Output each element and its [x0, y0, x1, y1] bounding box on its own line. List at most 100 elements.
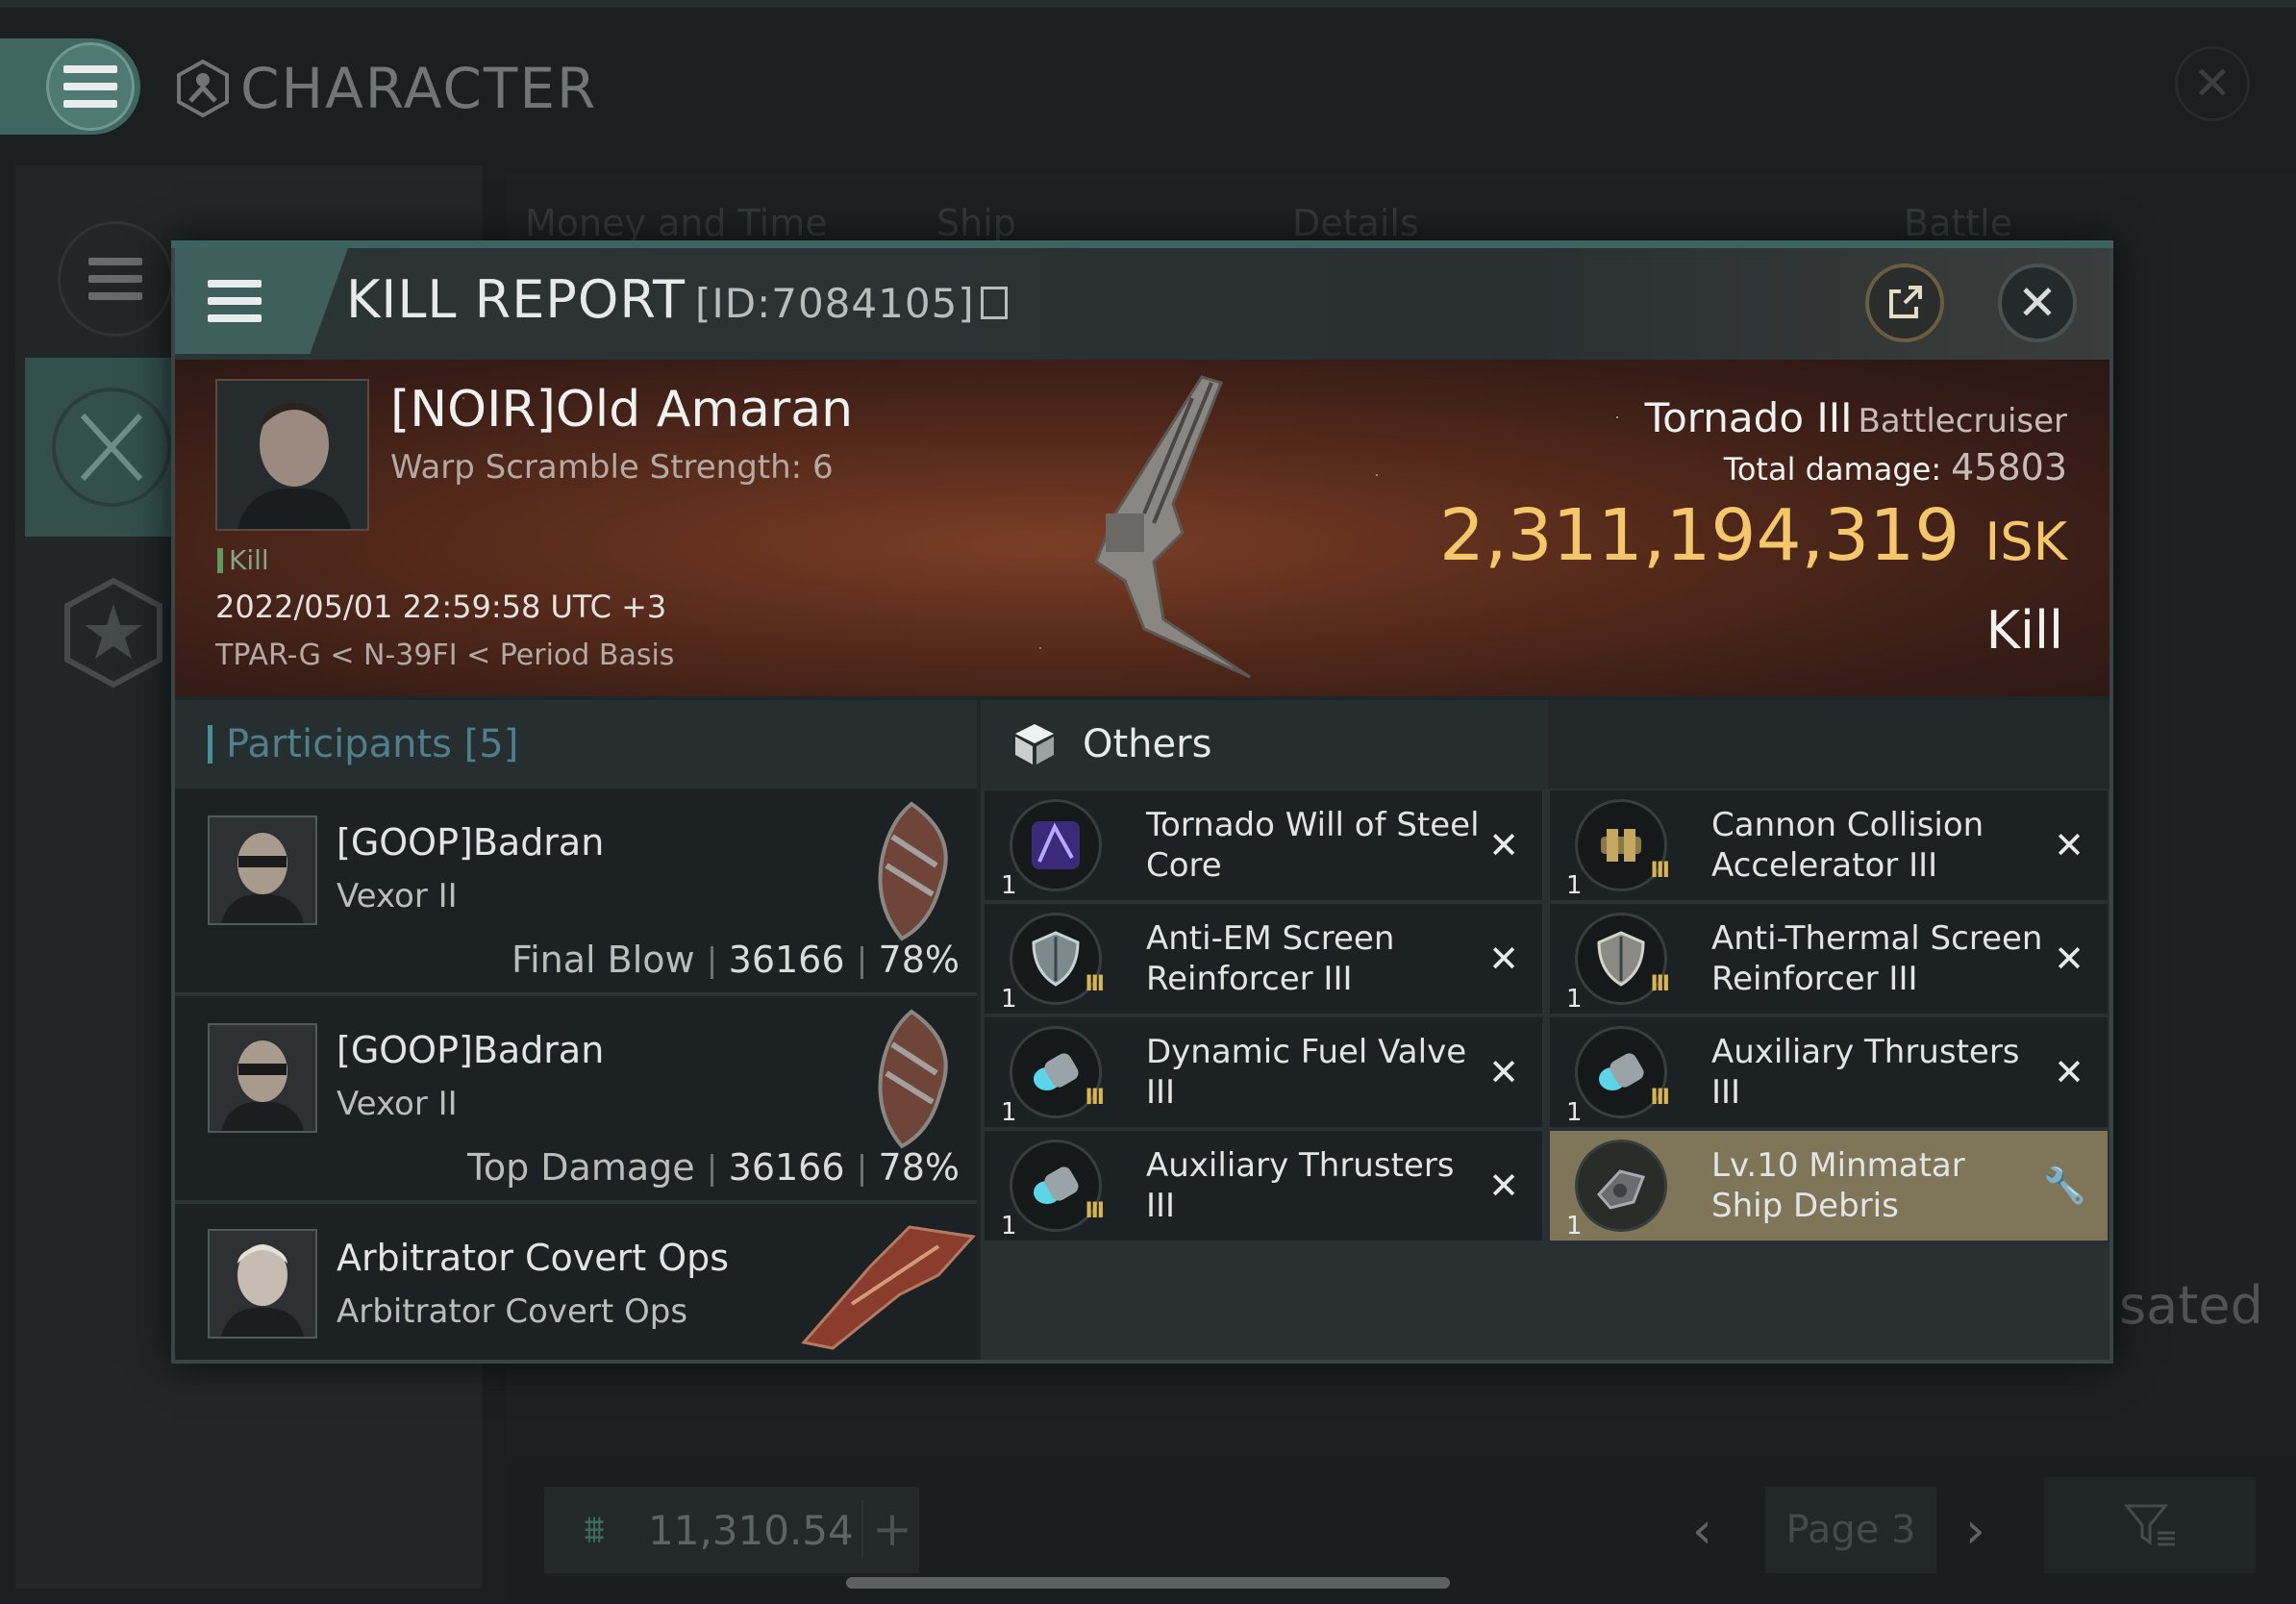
thruster-icon: 1 III [1566, 1026, 1670, 1127]
victim-ship: Tornado III Battlecruiser [1346, 394, 2067, 441]
participant-ship: Vexor II [337, 877, 458, 915]
item-name: Tornado Will of Steel Core [1146, 806, 1480, 885]
item-qty: 1 [1001, 1098, 1017, 1127]
add-funds-button[interactable]: + [861, 1500, 921, 1558]
item-tile[interactable]: 1 III Anti-Thermal Screen Reinforcer III… [1550, 904, 2108, 1014]
dialog-title: KILL REPORT [ID:7084105] [346, 269, 1008, 330]
stat-label: Final Blow [512, 939, 695, 981]
tier-badge: III [1650, 1086, 1670, 1110]
side-list-button[interactable] [58, 221, 173, 337]
avatar[interactable] [208, 815, 317, 925]
participant-name: [GOOP]Badran [337, 1029, 605, 1071]
participant-stats: Final Blow 36166 78% [512, 939, 960, 981]
hamburger-icon [208, 280, 262, 322]
others-header-right [1548, 700, 2109, 789]
stat-label: Top Damage [467, 1146, 695, 1189]
report-id: [ID:7084105] [694, 280, 975, 327]
wrench-icon[interactable]: 🔧 [2043, 1165, 2086, 1206]
avatar[interactable] [208, 1023, 317, 1133]
item-name: Anti-EM Screen Reinforcer III [1146, 919, 1395, 998]
filter-icon [2123, 1504, 2175, 1546]
bg-tab-ship[interactable]: Ship [936, 202, 1016, 244]
kill-timestamp: 2022/05/01 22:59:58 UTC +3 [215, 589, 667, 625]
shield-icon: 1 III [1566, 913, 1670, 1014]
list-icon [88, 258, 142, 300]
victim-subtitle: Warp Scramble Strength: 6 [390, 448, 834, 487]
destroyed-icon: ✕ [2054, 938, 2084, 980]
tier-badge: III [1085, 1199, 1105, 1223]
side-tab-combat[interactable] [25, 358, 173, 537]
participant-row[interactable]: [GOOP]Badran Vexor II Final Blow 36166 78% [175, 789, 977, 996]
destroyed-icon: ✕ [1488, 1051, 1519, 1093]
item-tile[interactable]: 1 Tornado Will of Steel Core ✕ [985, 790, 1542, 900]
app-close-button[interactable]: ✕ [2175, 46, 2250, 121]
victim-name[interactable]: [NOIR]Old Amaran [390, 381, 853, 439]
isk-amount: 2,311,194,319 [1438, 494, 1960, 577]
ship-thumbnail [878, 1009, 948, 1149]
accelerator-icon: 1 III [1566, 799, 1670, 900]
participants-header[interactable]: Participants [5] [175, 700, 977, 789]
item-tile[interactable]: 1 III Auxiliary Thrusters III ✕ [985, 1131, 1542, 1241]
item-qty: 1 [1001, 985, 1017, 1014]
others-title: Others [1083, 722, 1212, 766]
item-tile[interactable]: 1 III Anti-EM Screen Reinforcer III ✕ [985, 904, 1542, 1014]
star-icon [64, 577, 162, 689]
core-icon: 1 [1001, 799, 1102, 900]
app-title-text: CHARACTER [240, 56, 598, 121]
item-qty: 1 [1566, 871, 1583, 900]
bg-tab-money[interactable]: Money and Time [525, 202, 828, 244]
kill-location: TPAR-G < N-39FI < Period Basis [215, 639, 675, 672]
scrollbar[interactable] [846, 1577, 1450, 1589]
copy-icon[interactable] [980, 287, 1008, 320]
main-menu-button[interactable] [46, 42, 135, 131]
chevron-left-icon[interactable]: ‹ [1692, 1502, 1712, 1560]
isk-unit: ISK [1984, 512, 2067, 572]
isk-value: 2,311,194,319 ISK [1250, 494, 2067, 577]
item-tile-highlighted[interactable]: 1 Lv.10 Minmatar Ship Debris 🔧 [1550, 1131, 2108, 1241]
close-icon: ✕ [2192, 57, 2233, 111]
item-name: Dynamic Fuel Valve III [1146, 1033, 1467, 1112]
result-label: Kill [1985, 600, 2063, 661]
pilot-portrait-icon [217, 381, 367, 529]
bg-tab-details[interactable]: Details [1292, 202, 1419, 244]
dialog-top-accent [171, 240, 2113, 248]
item-tile[interactable]: 1 III Cannon Collision Accelerator III ✕ [1550, 790, 2108, 900]
destroyed-icon: ✕ [1488, 824, 1519, 866]
ship-thumbnail [801, 1225, 976, 1350]
share-button[interactable] [1865, 263, 1944, 342]
item-qty: 1 [1001, 871, 1017, 900]
damage-value: 36166 [728, 1146, 845, 1189]
character-icon [177, 59, 229, 118]
item-tile[interactable]: 1 III Dynamic Fuel Valve III ✕ [985, 1017, 1542, 1127]
destroyed-icon: ✕ [1488, 938, 1519, 980]
victim-avatar[interactable] [215, 379, 369, 531]
close-icon: ✕ [2017, 275, 2058, 331]
avatar[interactable] [208, 1229, 317, 1339]
damage-percent: 78% [878, 1146, 960, 1189]
item-tile[interactable]: 1 III Auxiliary Thrusters III ✕ [1550, 1017, 2108, 1127]
crossed-swords-icon [52, 388, 171, 507]
chevron-right-icon[interactable]: › [1965, 1502, 1985, 1560]
debris-icon: 1 [1566, 1140, 1667, 1241]
dialog-title-text: KILL REPORT [346, 269, 686, 330]
item-qty: 1 [1566, 1098, 1583, 1127]
thruster-icon: 1 III [1001, 1140, 1105, 1241]
total-damage-value: 45803 [1951, 446, 2067, 489]
total-damage: Total damage: 45803 [1346, 446, 2067, 489]
thruster-icon: 1 III [1001, 1026, 1105, 1127]
ship-class: Battlecruiser [1858, 402, 2067, 440]
filter-button[interactable] [2044, 1477, 2256, 1573]
result-tag: Kill [217, 544, 269, 576]
participant-row[interactable]: Arbitrator Covert Ops Arbitrator Covert … [175, 1204, 977, 1360]
participant-name: [GOOP]Badran [337, 821, 605, 864]
item-name: Auxiliary Thrusters III [1711, 1033, 2020, 1112]
participant-row[interactable]: [GOOP]Badran Vexor II Top Damage 36166 78% [175, 996, 977, 1204]
participants-title: Participants [5] [226, 722, 519, 766]
tier-badge: III [1085, 1086, 1105, 1110]
top-strip [0, 0, 2296, 8]
participant-stats: Top Damage 36166 78% [467, 1146, 960, 1189]
participant-ship: Vexor II [337, 1085, 458, 1123]
item-name: Lv.10 Minmatar Ship Debris [1711, 1146, 1965, 1225]
dialog-close-button[interactable]: ✕ [1998, 263, 2077, 342]
side-tab-favorites[interactable] [60, 575, 167, 690]
